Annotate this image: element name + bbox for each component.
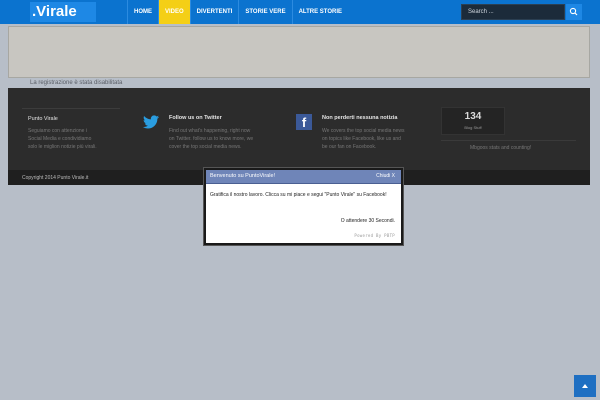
popup-title: Benvenuto su PuntoVirale! (210, 173, 276, 179)
popup-header: Benvenuto su PuntoVirale! Chiudi X (206, 170, 401, 184)
ad-banner (8, 26, 590, 78)
footer-facebook-title: Non perderti nessuna notizia (322, 115, 398, 121)
chevron-up-icon (582, 384, 588, 388)
nav-item-home[interactable]: HOME (127, 0, 158, 24)
popup-message: Gratifica il nostro lavoro. Clicca su mi… (210, 192, 387, 198)
scroll-to-top-button[interactable] (574, 375, 596, 397)
footer-about-title: Punto Virale (28, 116, 58, 122)
stats-label: Blog Stuff (464, 125, 482, 130)
search-icon (569, 7, 578, 16)
nav-item-storie-vere[interactable]: STORIE VERE (238, 0, 291, 24)
facebook-icon[interactable]: f (296, 114, 312, 130)
stats-tagline: Mbgoos stats and counting! (470, 145, 532, 151)
registration-notice: La registrazione è stata disabilitata (30, 80, 123, 86)
welcome-popup: Benvenuto su PuntoVirale! Chiudi X Grati… (204, 168, 403, 245)
stats-divider (441, 140, 576, 141)
main-nav: HOME VIDEO DIVERTENTI STORIE VERE ALTRE … (127, 0, 348, 24)
popup-powered-by[interactable]: Powered By PBTP (354, 233, 395, 238)
footer-about-text: Seguiamo con attenzione i Social Media e… (28, 128, 97, 150)
popup-wait-text: O attendere 30 Secondi. (340, 218, 395, 224)
search-input[interactable]: Search ... (461, 4, 565, 20)
copyright-text: Copyright 2014 Punto Virale.it (22, 175, 89, 181)
popup-close-button[interactable]: Chiudi X (376, 173, 395, 179)
footer-twitter-title: Follow us on Twitter (169, 115, 222, 121)
search-button[interactable] (566, 4, 582, 20)
top-nav-bar: .Virale HOME VIDEO DIVERTENTI STORIE VER… (0, 0, 600, 24)
nav-item-altre-storie[interactable]: ALTRE STORIE (291, 0, 348, 24)
footer-facebook-text: We covers the top social media news on t… (322, 128, 405, 150)
nav-item-video[interactable]: VIDEO (158, 0, 190, 24)
site-logo[interactable]: .Virale (30, 2, 96, 22)
footer-twitter-text: Find out what's happening, right now on … (169, 128, 254, 150)
nav-item-divertenti[interactable]: DIVERTENTI (189, 0, 239, 24)
stats-count: 134 (464, 111, 482, 122)
stats-box: 134 Blog Stuff (441, 107, 505, 135)
twitter-icon[interactable] (143, 115, 159, 129)
